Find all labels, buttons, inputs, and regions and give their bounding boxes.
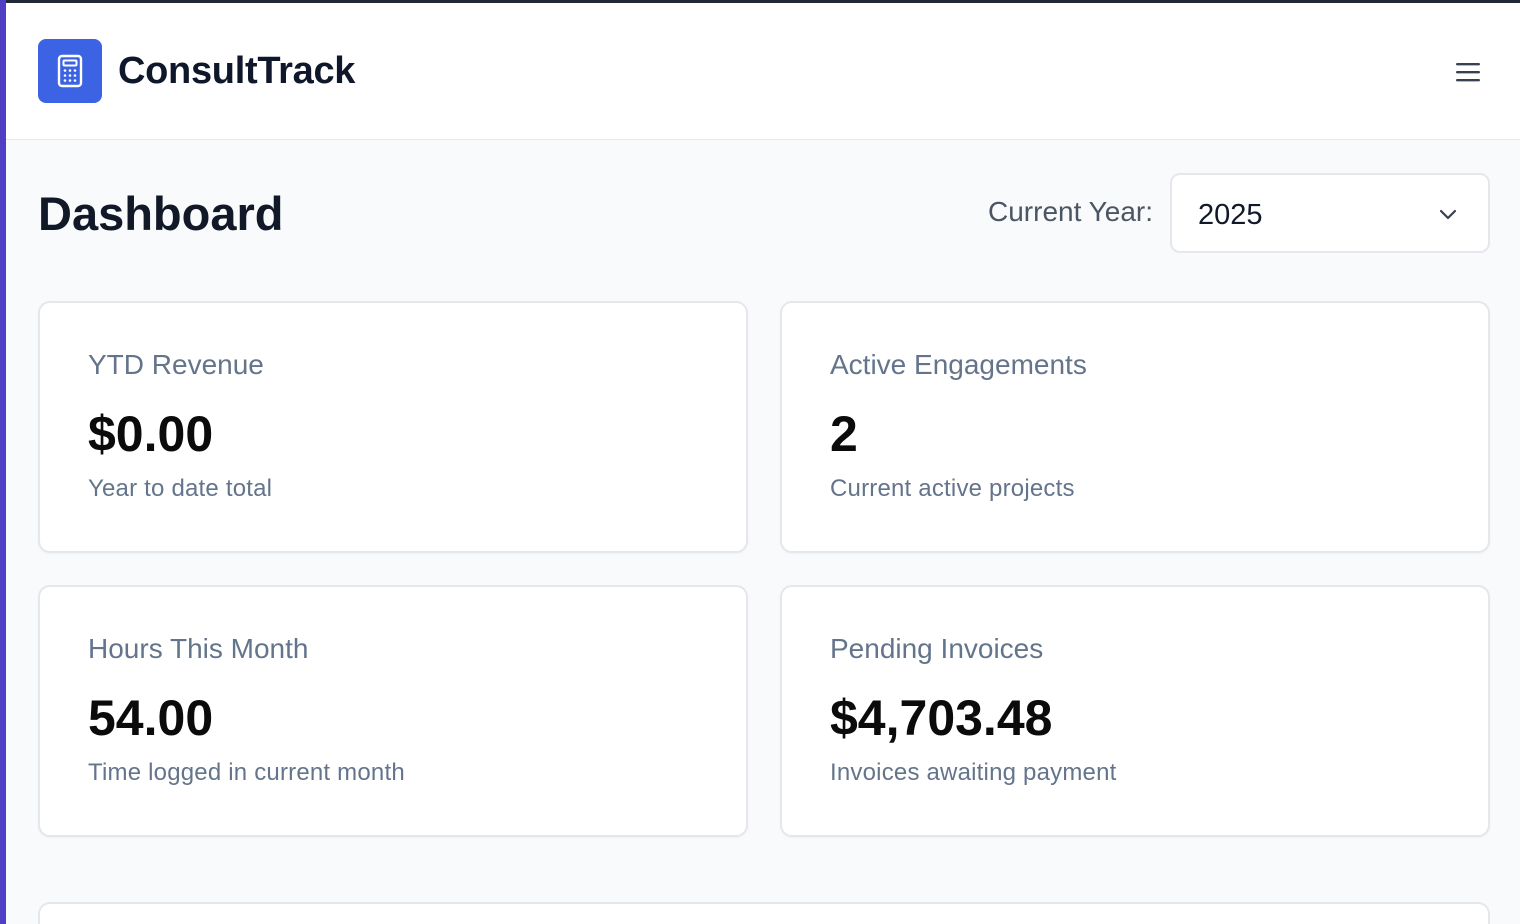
menu-button[interactable] bbox=[1454, 58, 1482, 86]
calculator-icon bbox=[57, 54, 83, 88]
hamburger-menu-icon bbox=[1456, 63, 1480, 82]
stat-card-active-engagements: Active Engagements 2 Current active proj… bbox=[780, 301, 1490, 553]
year-select-value: 2025 bbox=[1198, 199, 1263, 231]
card-description: Invoices awaiting payment bbox=[830, 759, 1117, 786]
card-description: Current active projects bbox=[830, 475, 1075, 502]
year-filter-label: Current Year: bbox=[988, 196, 1153, 227]
app-logo[interactable] bbox=[38, 39, 102, 103]
chevron-down-icon bbox=[1439, 209, 1457, 220]
app-name[interactable]: ConsultTrack bbox=[118, 50, 355, 93]
page-title: Dashboard bbox=[38, 187, 284, 240]
card-value: $0.00 bbox=[88, 406, 214, 462]
card-label: Hours This Month bbox=[88, 633, 309, 664]
next-section-card bbox=[38, 902, 1490, 924]
stat-card-hours-this-month: Hours This Month 54.00 Time logged in cu… bbox=[38, 585, 748, 837]
card-value: 2 bbox=[830, 406, 858, 462]
year-select[interactable]: 2025 bbox=[1170, 173, 1490, 253]
stat-card-pending-invoices: Pending Invoices $4,703.48 Invoices awai… bbox=[780, 585, 1490, 837]
card-label: YTD Revenue bbox=[88, 349, 264, 380]
card-description: Year to date total bbox=[88, 475, 273, 502]
card-label: Active Engagements bbox=[830, 349, 1087, 380]
stat-card-ytd-revenue: YTD Revenue $0.00 Year to date total bbox=[38, 301, 748, 553]
top-header: ConsultTrack bbox=[6, 3, 1520, 140]
card-label: Pending Invoices bbox=[830, 633, 1044, 664]
card-value: 54.00 bbox=[88, 690, 214, 746]
card-description: Time logged in current month bbox=[88, 759, 405, 786]
card-value: $4,703.48 bbox=[830, 690, 1053, 746]
app-window: ConsultTrack Dashboard Current Year: 202… bbox=[0, 0, 1520, 924]
